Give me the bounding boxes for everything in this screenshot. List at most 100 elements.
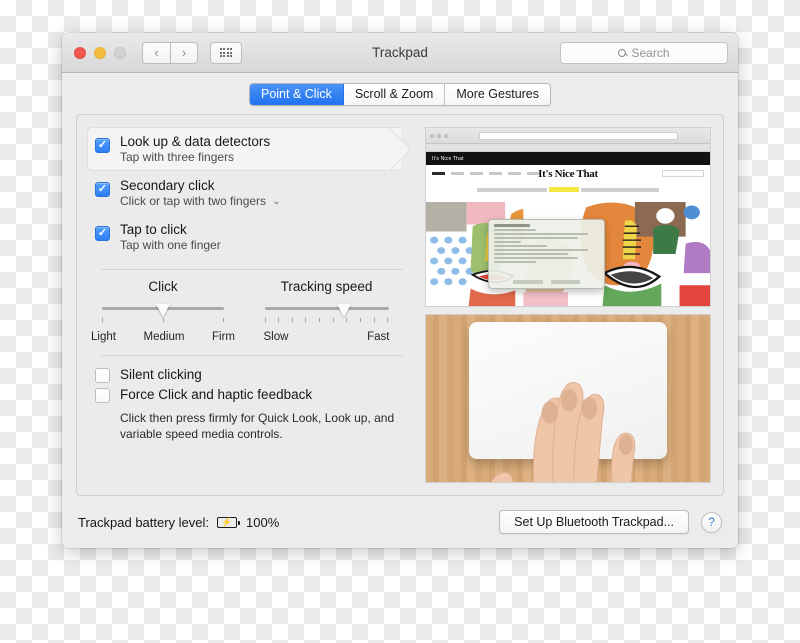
bottom-options-list: Silent clicking Force Click and haptic f…	[87, 356, 417, 442]
forward-button[interactable]: ›	[170, 42, 198, 64]
battery-charging-icon: ⚡	[217, 517, 237, 528]
click-label-firm: Firm	[212, 331, 235, 343]
dictionary-line	[494, 253, 567, 255]
battery-level-label: Trackpad battery level:	[78, 515, 209, 530]
set-up-bluetooth-trackpad-button[interactable]: Set Up Bluetooth Trackpad...	[499, 510, 689, 534]
show-all-button[interactable]	[210, 42, 242, 64]
site-strapline	[426, 180, 710, 202]
settings-panel: Look up & data detectors Tap with three …	[76, 114, 724, 496]
force-click-label: Force Click and haptic feedback	[120, 387, 312, 402]
preview-column: It's Nice That It's Nice That	[425, 127, 711, 483]
tracking-slider-thumb[interactable]	[337, 304, 351, 317]
option-title: Secondary click	[120, 178, 280, 193]
back-button[interactable]: ‹	[142, 42, 170, 64]
option-texts: Secondary click Click or tap with two fi…	[120, 178, 280, 208]
close-button[interactable]	[74, 47, 86, 59]
browser-dot	[437, 134, 441, 138]
hand-illustration	[426, 315, 710, 483]
option-subtitle[interactable]: Click or tap with two fingers ⌄	[120, 194, 280, 208]
tracking-slider-ticks	[265, 318, 389, 322]
minimize-button[interactable]	[94, 47, 106, 59]
click-label-light: Light	[91, 331, 116, 343]
dictionary-popup-buttons	[494, 280, 598, 284]
dictionary-popup-title	[494, 224, 530, 227]
dictionary-line	[494, 241, 520, 243]
window-titlebar: ‹ › Trackpad Search	[62, 33, 738, 73]
search-placeholder: Search	[631, 46, 669, 60]
option-subtitle-text: Tap with one finger	[120, 238, 221, 252]
option-look-up-data-detectors[interactable]: Look up & data detectors Tap with three …	[87, 127, 417, 171]
browser-window-mock: It's Nice That It's Nice That	[426, 128, 710, 306]
trackpad-preferences-window: ‹ › Trackpad Search Point & Click Scroll…	[62, 33, 738, 548]
checkbox-tap-to-click[interactable]	[95, 226, 110, 241]
force-click-description: Click then press firmly for Quick Look, …	[120, 410, 417, 442]
highlighted-word	[549, 187, 579, 192]
option-subtitle: Tap with one finger	[120, 238, 221, 252]
dictionary-line	[494, 229, 536, 231]
browser-chrome	[426, 128, 710, 144]
option-force-click[interactable]: Force Click and haptic feedback	[95, 387, 417, 403]
tracking-slider-title: Tracking speed	[281, 279, 373, 294]
checkbox-force-click[interactable]	[95, 388, 110, 403]
dictionary-line	[494, 245, 546, 247]
help-button[interactable]: ?	[701, 512, 722, 533]
gesture-options-list: Look up & data detectors Tap with three …	[87, 127, 417, 259]
option-subtitle-text: Tap with three fingers	[120, 150, 234, 164]
option-title: Tap to click	[120, 222, 221, 237]
battery-percent: 100%	[246, 515, 279, 530]
navigation-buttons: ‹ ›	[142, 42, 198, 64]
browser-dot	[430, 134, 434, 138]
checkbox-secondary-click[interactable]	[95, 182, 110, 197]
click-slider[interactable]	[102, 303, 224, 325]
option-texts: Look up & data detectors Tap with three …	[120, 134, 270, 164]
tracking-slider-labels: Slow Fast	[264, 331, 390, 343]
tab-scroll-and-zoom[interactable]: Scroll & Zoom	[344, 84, 446, 105]
site-header: It's Nice That	[426, 165, 710, 180]
window-footer: Trackpad battery level: ⚡ 100% Set Up Bl…	[62, 496, 738, 548]
silent-clicking-label: Silent clicking	[120, 367, 202, 382]
click-slider-thumb[interactable]	[156, 304, 170, 317]
click-slider-ticks	[102, 318, 224, 322]
click-slider-group: Click Light Medium Firm	[87, 279, 239, 343]
option-subtitle-text: Click or tap with two fingers	[120, 194, 266, 208]
browser-site-nav: It's Nice That	[426, 152, 710, 165]
traffic-lights	[74, 47, 126, 59]
tracking-speed-slider-group: Tracking speed Slow Fast	[239, 279, 414, 343]
site-logo: It's Nice That	[426, 168, 710, 180]
option-title: Look up & data detectors	[120, 134, 270, 149]
option-tap-to-click[interactable]: Tap to click Tap with one finger	[87, 215, 417, 259]
tab-point-and-click[interactable]: Point & Click	[250, 84, 344, 105]
tracking-label-fast: Fast	[367, 331, 389, 343]
click-slider-title: Click	[148, 279, 177, 294]
browser-tab-strip	[426, 144, 710, 152]
dictionary-line	[494, 233, 588, 235]
click-label-medium: Medium	[144, 331, 185, 343]
dictionary-popup	[488, 219, 604, 290]
checkbox-silent-clicking[interactable]	[95, 368, 110, 383]
tracking-label-slow: Slow	[264, 331, 289, 343]
site-artwork	[426, 202, 710, 306]
search-icon	[618, 49, 626, 57]
strapline-text-right	[581, 188, 659, 192]
browser-preview: It's Nice That It's Nice That	[425, 127, 711, 307]
option-secondary-click[interactable]: Secondary click Click or tap with two fi…	[87, 171, 417, 215]
grid-icon	[220, 48, 233, 57]
dictionary-line	[494, 261, 536, 263]
site-nav-brand: It's Nice That	[432, 156, 464, 162]
browser-dot	[444, 134, 448, 138]
window-body: Point & Click Scroll & Zoom More Gesture…	[62, 73, 738, 496]
chevron-down-icon[interactable]: ⌄	[272, 196, 280, 207]
tab-more-gestures[interactable]: More Gestures	[445, 84, 550, 105]
option-subtitle: Tap with three fingers	[120, 150, 270, 164]
sliders-row: Click Light Medium Firm Tr	[87, 270, 417, 343]
zoom-button	[114, 47, 126, 59]
checkbox-look-up-data-detectors[interactable]	[95, 138, 110, 153]
tracking-speed-slider[interactable]	[265, 303, 389, 325]
dictionary-line	[494, 249, 588, 251]
strapline-text-left	[477, 188, 547, 192]
option-texts: Tap to click Tap with one finger	[120, 222, 221, 252]
click-slider-labels: Light Medium Firm	[91, 331, 235, 343]
tracking-slider-rail	[265, 307, 389, 310]
option-silent-clicking[interactable]: Silent clicking	[95, 367, 417, 383]
search-input[interactable]: Search	[560, 42, 728, 64]
